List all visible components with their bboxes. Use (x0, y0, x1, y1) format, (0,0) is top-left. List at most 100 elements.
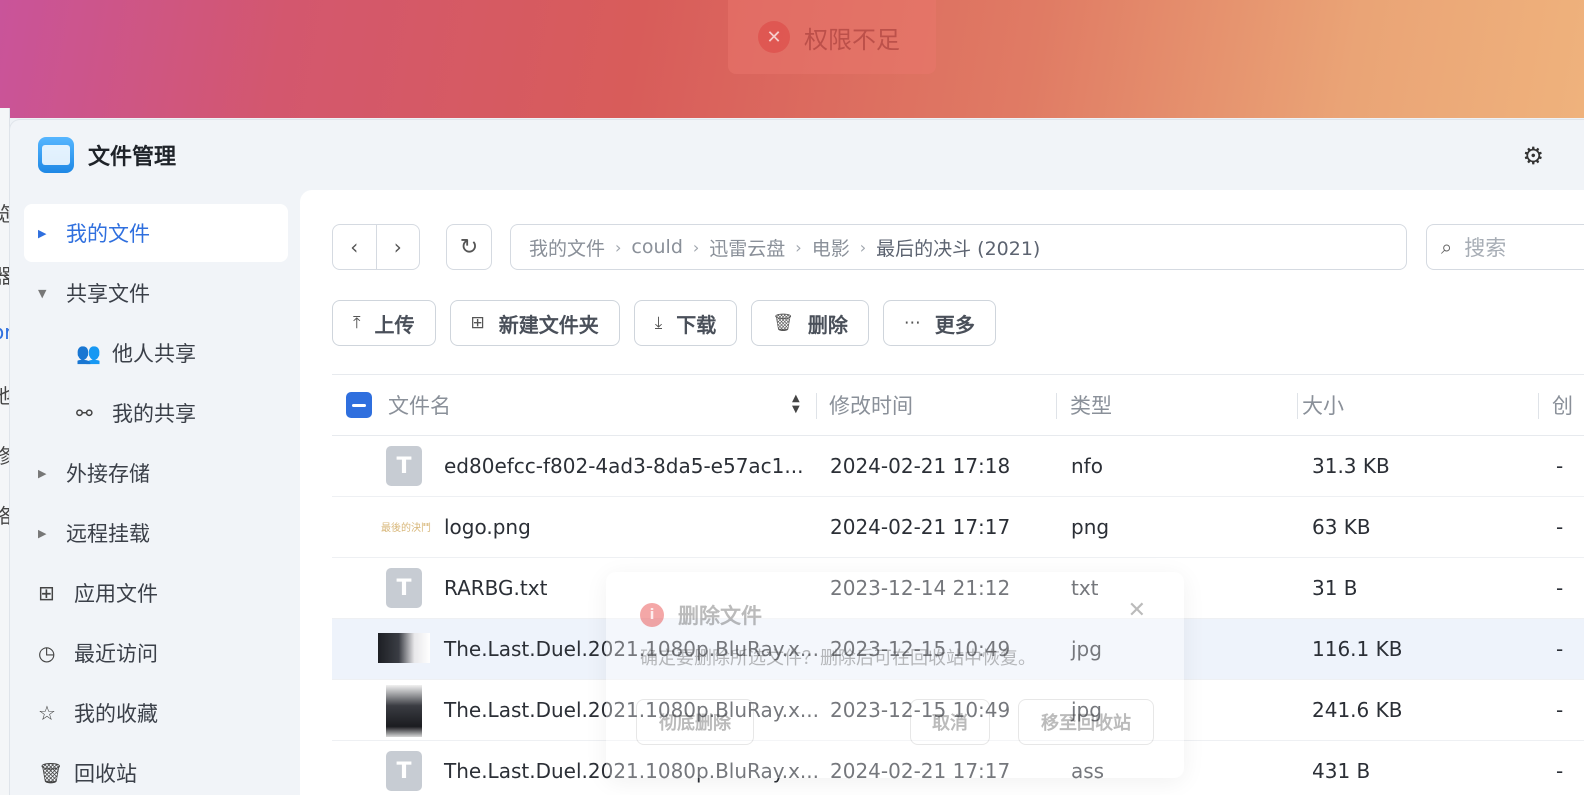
titlebar: 文件管理 ⚙ (10, 120, 1584, 190)
breadcrumb-item[interactable]: could (631, 236, 682, 258)
info-icon: i (640, 603, 664, 627)
upload-icon: ⤒ (353, 313, 361, 333)
file-extra: - (1556, 454, 1564, 478)
button-label: 彻底删除 (659, 713, 731, 734)
column-header-size[interactable]: 大小 (1302, 390, 1344, 420)
move-to-recycle-button[interactable]: 移至回收站 (1018, 699, 1154, 745)
column-header-modified[interactable]: 修改时间 (829, 390, 913, 420)
column-divider[interactable] (1538, 393, 1539, 419)
sidebar-item-label: 共享文件 (66, 282, 150, 306)
select-all-checkbox[interactable] (346, 392, 372, 418)
sidebar-item-label: 我的共享 (112, 402, 196, 426)
sidebar-item-recent[interactable]: ◷ 最近访问 (24, 624, 288, 682)
file-size: 116.1 KB (1312, 637, 1403, 661)
text-file-icon: T (386, 568, 422, 608)
bg-glyph: 器 (0, 260, 9, 289)
cancel-button[interactable]: 取消 (910, 699, 990, 745)
chevron-right-icon: › (615, 237, 622, 257)
button-label: 下载 (676, 312, 717, 337)
breadcrumb: 我的文件 › could › 迅雷云盘 › 电影 › 最后的决斗 (2021) (510, 224, 1407, 270)
column-divider[interactable] (1297, 393, 1298, 419)
upload-button[interactable]: ⤒ 上传 (332, 300, 436, 346)
sidebar-item-shared-files[interactable]: ▼ 共享文件 (24, 264, 288, 322)
bg-glyph: 地 (0, 380, 9, 409)
button-label: 更多 (934, 312, 975, 337)
file-type: nfo (1071, 454, 1103, 478)
sidebar-item-label: 他人共享 (112, 342, 196, 366)
button-label: 取消 (932, 713, 968, 734)
chevron-right-icon: › (393, 235, 402, 259)
image-thumbnail (378, 633, 430, 663)
folder-app-icon (38, 137, 74, 173)
background-window-edge: 览 器 or 地 修 络 (0, 108, 10, 795)
refresh-button[interactable]: ↻ (446, 224, 492, 270)
table-row[interactable]: 最後的決鬥 logo.png 2024-02-21 17:17 png 63 K… (332, 497, 1584, 558)
delete-button[interactable]: 🗑 删除 (751, 300, 869, 346)
sidebar-item-recycle-bin[interactable]: 🗑 回收站 (24, 744, 288, 795)
text-file-icon: T (386, 446, 422, 486)
sidebar-item-others-shared[interactable]: 👥 他人共享 (24, 324, 288, 382)
history-nav: ‹ › (332, 224, 420, 270)
column-header-created[interactable]: 创 (1552, 390, 1573, 420)
button-label: 删除 (807, 312, 848, 337)
dialog-header: i 删除文件 (640, 600, 762, 630)
table-row[interactable]: T ed80efcc-f802-4ad3-8da5-e57ac1... 2024… (332, 436, 1584, 497)
button-label: 新建文件夹 (498, 312, 599, 337)
sidebar-item-remote-mount[interactable]: ▶ 远程挂载 (24, 504, 288, 562)
file-size: 31.3 KB (1312, 454, 1390, 478)
more-icon: ⋯ (903, 313, 921, 333)
permanent-delete-button[interactable]: 彻底删除 (636, 699, 754, 745)
file-extra: - (1556, 759, 1564, 783)
gear-icon[interactable]: ⚙ (1522, 142, 1544, 170)
folder-plus-icon: ⊞ (470, 313, 485, 333)
download-button[interactable]: ⤓ 下载 (633, 300, 738, 346)
sidebar-item-label: 我的文件 (66, 222, 150, 246)
sidebar-item-external-storage[interactable]: ▶ 外接存储 (24, 444, 288, 502)
sidebar-item-app-files[interactable]: ⊞ 应用文件 (24, 564, 288, 622)
refresh-icon: ↻ (459, 234, 479, 260)
column-divider[interactable] (1056, 393, 1057, 419)
caret-down-icon: ▼ (38, 286, 47, 300)
sidebar-item-my-shares[interactable]: ⚯ 我的共享 (24, 384, 288, 442)
back-button[interactable]: ‹ (333, 225, 377, 269)
bg-glyph: or (0, 320, 9, 344)
file-icon-letter: T (396, 575, 412, 601)
search-box[interactable]: ⌕ 搜索 (1426, 224, 1584, 270)
sidebar-item-label: 应用文件 (74, 582, 158, 606)
file-icon-letter: T (396, 758, 412, 784)
sidebar-item-label: 外接存储 (66, 462, 150, 486)
trash-icon: 🗑 (38, 761, 64, 785)
chevron-left-icon: ‹ (350, 235, 359, 259)
breadcrumb-current[interactable]: 最后的决斗 (2021) (876, 234, 1040, 261)
column-header-name[interactable]: 文件名 (388, 390, 451, 420)
file-name: RARBG.txt (444, 576, 548, 600)
sidebar-item-favorites[interactable]: ☆ 我的收藏 (24, 684, 288, 742)
new-folder-button[interactable]: ⊞ 新建文件夹 (449, 300, 620, 346)
sidebar-item-label: 我的收藏 (74, 702, 158, 726)
caret-right-icon: ▶ (38, 226, 47, 240)
file-extra: - (1556, 515, 1564, 539)
breadcrumb-item[interactable]: 我的文件 (529, 234, 605, 261)
column-divider[interactable] (816, 393, 817, 419)
forward-button[interactable]: › (377, 225, 420, 269)
dialog-message: 确定要删除所选文件？删除后可在回收站中恢复。 (640, 648, 1036, 669)
toolbar: ⤒ 上传 ⊞ 新建文件夹 ⤓ 下载 🗑 删除 ⋯ 更多 (332, 300, 996, 346)
text-file-icon: T (386, 751, 422, 791)
download-icon: ⤓ (654, 313, 663, 333)
more-button[interactable]: ⋯ 更多 (882, 300, 996, 346)
sidebar: ▶ 我的文件 ▼ 共享文件 👥 他人共享 ⚯ 我的共享 ▶ 外接存储 ▶ 远程挂… (24, 204, 288, 795)
sidebar-item-my-files[interactable]: ▶ 我的文件 (24, 204, 288, 262)
sidebar-item-label: 回收站 (74, 762, 137, 786)
column-header-type[interactable]: 类型 (1070, 390, 1112, 420)
close-icon[interactable]: ✕ (1128, 598, 1146, 623)
dialog-title: 删除文件 (678, 604, 762, 628)
file-size: 31 B (1312, 576, 1358, 600)
breadcrumb-item[interactable]: 迅雷云盘 (709, 234, 785, 261)
image-thumbnail (386, 685, 422, 737)
sort-icon[interactable]: ▲ ▼ (792, 393, 800, 415)
image-thumbnail: 最後的決鬥 (378, 515, 434, 537)
caret-right-icon: ▶ (38, 466, 47, 480)
file-name: ed80efcc-f802-4ad3-8da5-e57ac1... (444, 454, 804, 478)
delete-confirm-dialog: i 删除文件 ✕ 确定要删除所选文件？删除后可在回收站中恢复。 彻底删除 取消 … (606, 572, 1184, 778)
breadcrumb-item[interactable]: 电影 (812, 234, 850, 261)
